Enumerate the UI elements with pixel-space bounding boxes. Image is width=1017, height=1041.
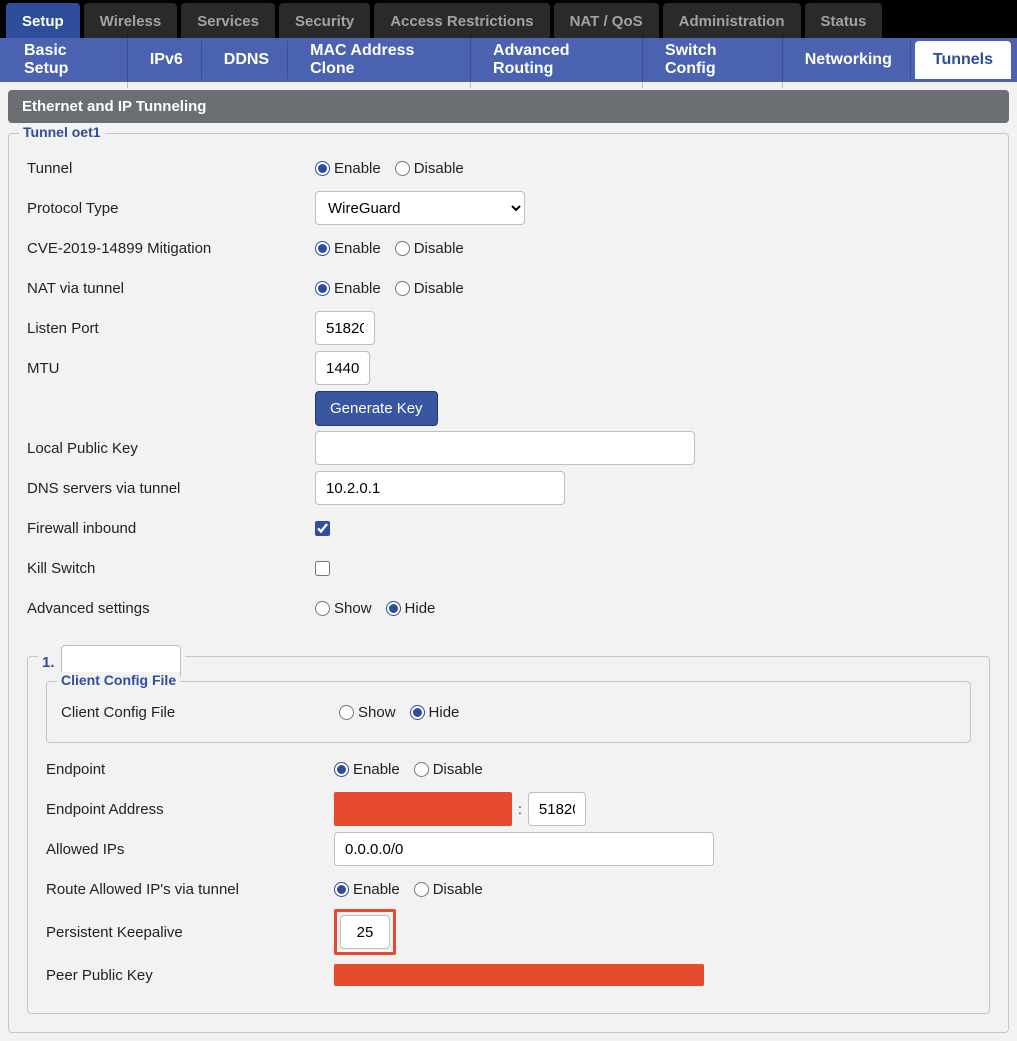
route-disable-radio[interactable]: [414, 882, 429, 897]
section-title: Ethernet and IP Tunneling: [8, 90, 1009, 123]
killswitch-checkbox[interactable]: [315, 561, 330, 576]
peer-number: 1.: [42, 654, 55, 671]
firewall-label: Firewall inbound: [27, 520, 307, 537]
nat-enable-radio[interactable]: [315, 281, 330, 296]
tunnel-legend: Tunnel oet1: [19, 124, 105, 140]
endpoint-port-input[interactable]: [528, 792, 586, 826]
tunnel-fieldset: Tunnel oet1 Tunnel Enable Disable Protoc…: [8, 133, 1009, 1033]
allowed-ips-label: Allowed IPs: [46, 841, 326, 858]
endpoint-enable-radio[interactable]: [334, 762, 349, 777]
generate-key-button[interactable]: Generate Key: [315, 391, 438, 426]
client-hide-radio[interactable]: [410, 705, 425, 720]
endpoint-disable-radio[interactable]: [414, 762, 429, 777]
sub-tab-tunnels[interactable]: Tunnels: [915, 41, 1011, 79]
tunnel-disable-radio[interactable]: [395, 161, 410, 176]
mtu-label: MTU: [27, 360, 307, 377]
protocol-select[interactable]: WireGuard: [315, 191, 525, 225]
client-config-fieldset: Client Config File Client Config File Sh…: [46, 681, 971, 743]
keepalive-input[interactable]: [340, 915, 390, 949]
sub-tabs: Basic SetupIPv6DDNSMAC Address CloneAdva…: [0, 38, 1017, 82]
sub-tab-switch-config[interactable]: Switch Config: [647, 32, 783, 88]
listen-port-input[interactable]: [315, 311, 375, 345]
peer-pubkey-redacted: [334, 964, 704, 986]
route-allowed-label: Route Allowed IP's via tunnel: [46, 881, 326, 898]
nat-label: NAT via tunnel: [27, 280, 307, 297]
enable-label: Enable: [334, 280, 381, 297]
endpoint-port-sep: :: [518, 801, 522, 817]
adv-hide-radio[interactable]: [386, 601, 401, 616]
show-label: Show: [358, 704, 396, 721]
disable-label: Disable: [414, 160, 464, 177]
enable-label: Enable: [334, 240, 381, 257]
protocol-label: Protocol Type: [27, 200, 307, 217]
sub-tab-networking[interactable]: Networking: [787, 41, 911, 79]
enable-label: Enable: [353, 761, 400, 778]
pubkey-label: Local Public Key: [27, 440, 307, 457]
advanced-label: Advanced settings: [27, 600, 307, 617]
sub-tab-advanced-routing[interactable]: Advanced Routing: [475, 32, 643, 88]
disable-label: Disable: [433, 881, 483, 898]
endpoint-addr-label: Endpoint Address: [46, 801, 326, 818]
adv-show-radio[interactable]: [315, 601, 330, 616]
top-tab-services[interactable]: Services: [181, 3, 275, 38]
mtu-input[interactable]: [315, 351, 370, 385]
top-tab-status[interactable]: Status: [805, 3, 883, 38]
route-enable-radio[interactable]: [334, 882, 349, 897]
pubkey-input[interactable]: [315, 431, 695, 465]
cve-label: CVE-2019-14899 Mitigation: [27, 240, 307, 257]
tunnel-enable-radio[interactable]: [315, 161, 330, 176]
dns-label: DNS servers via tunnel: [27, 480, 307, 497]
client-config-label: Client Config File: [61, 704, 331, 721]
endpoint-label: Endpoint: [46, 761, 326, 778]
hide-label: Hide: [405, 600, 436, 617]
tunnel-label: Tunnel: [27, 160, 307, 177]
endpoint-addr-redacted: [334, 792, 512, 826]
client-show-radio[interactable]: [339, 705, 354, 720]
peer-pubkey-label: Peer Public Key: [46, 967, 326, 984]
show-label: Show: [334, 600, 372, 617]
sub-tab-basic-setup[interactable]: Basic Setup: [6, 32, 128, 88]
sub-tab-ipv6[interactable]: IPv6: [132, 41, 202, 79]
disable-label: Disable: [414, 240, 464, 257]
nat-disable-radio[interactable]: [395, 281, 410, 296]
peer-fieldset: 1. Client Config File Client Config File…: [27, 656, 990, 1014]
killswitch-label: Kill Switch: [27, 560, 307, 577]
client-config-legend: Client Config File: [57, 672, 180, 688]
disable-label: Disable: [414, 280, 464, 297]
keepalive-highlight: [334, 909, 396, 955]
enable-label: Enable: [353, 881, 400, 898]
sub-tab-ddns[interactable]: DDNS: [206, 41, 288, 79]
cve-disable-radio[interactable]: [395, 241, 410, 256]
allowed-ips-input[interactable]: [334, 832, 714, 866]
keepalive-label: Persistent Keepalive: [46, 924, 326, 941]
hide-label: Hide: [429, 704, 460, 721]
disable-label: Disable: [433, 761, 483, 778]
firewall-checkbox[interactable]: [315, 521, 330, 536]
listen-port-label: Listen Port: [27, 320, 307, 337]
dns-input[interactable]: [315, 471, 565, 505]
enable-label: Enable: [334, 160, 381, 177]
sub-tab-mac-address-clone[interactable]: MAC Address Clone: [292, 32, 471, 88]
cve-enable-radio[interactable]: [315, 241, 330, 256]
